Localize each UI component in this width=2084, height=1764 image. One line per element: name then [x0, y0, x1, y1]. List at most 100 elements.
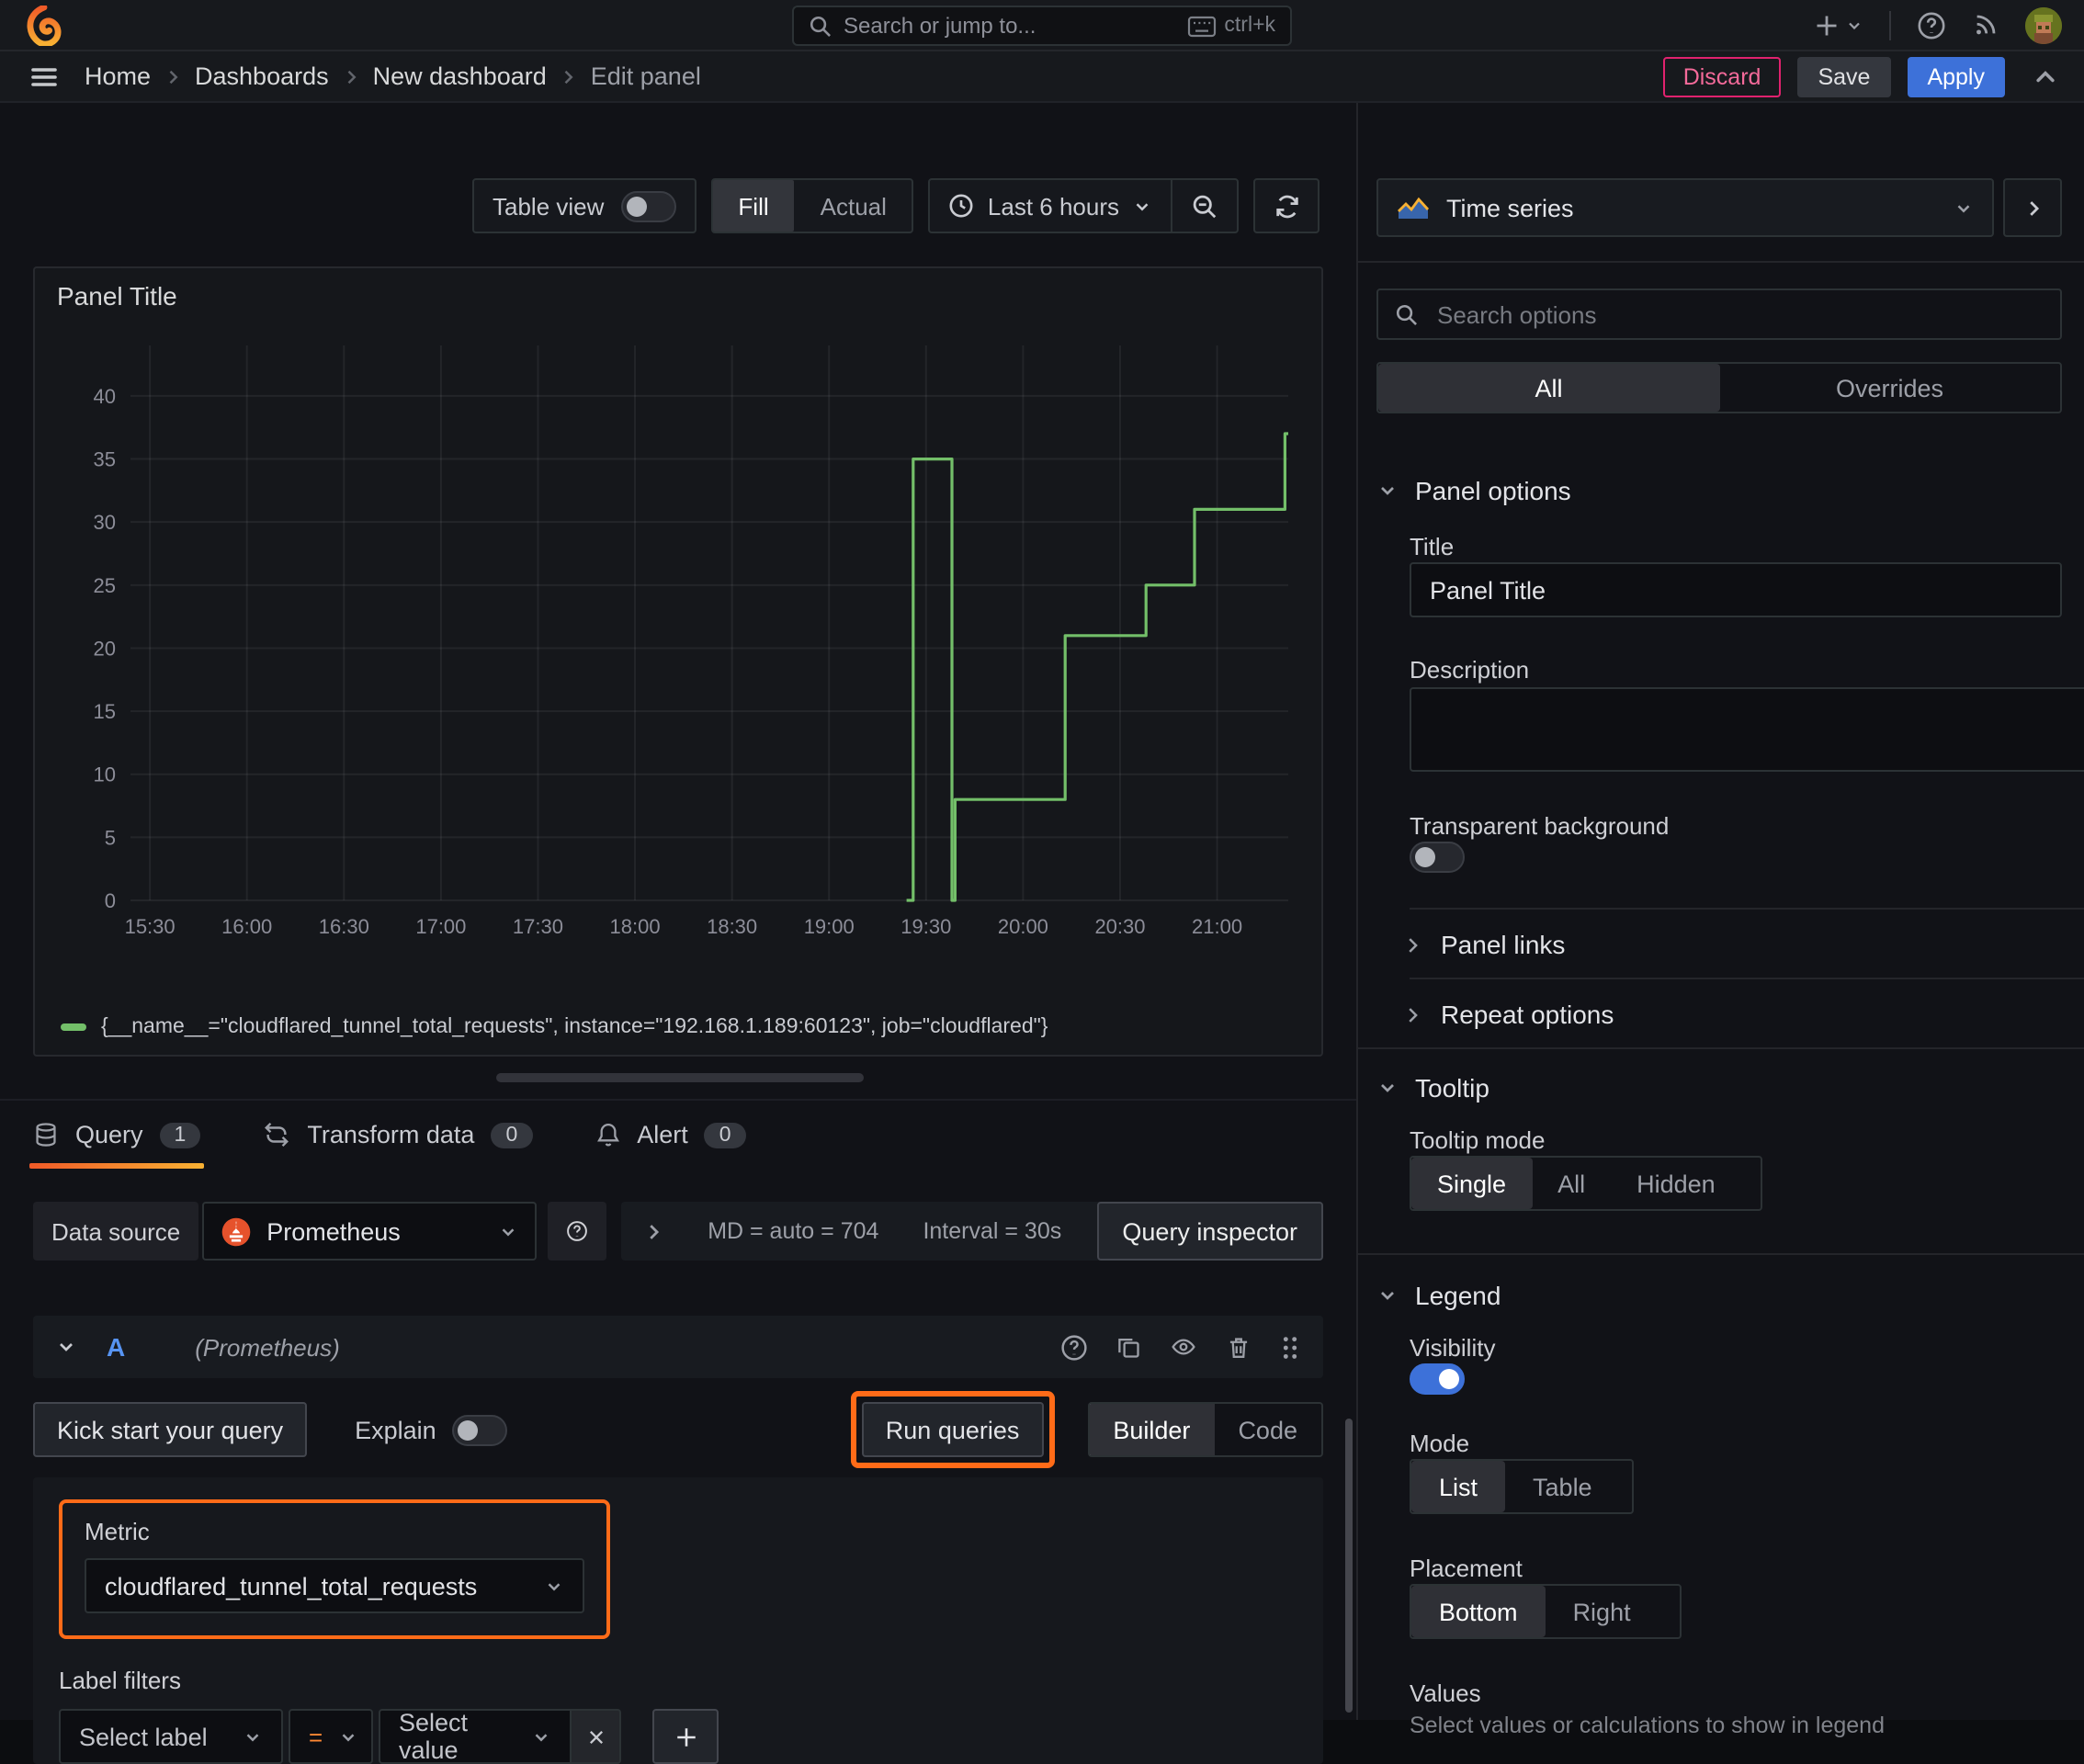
apply-button[interactable]: Apply	[1907, 56, 2005, 96]
panel-title[interactable]: Panel Title	[57, 281, 177, 311]
grafana-logo[interactable]	[22, 5, 62, 45]
chevron-down-icon	[498, 1221, 518, 1241]
y-tick-label: 40	[94, 385, 116, 408]
user-avatar[interactable]	[2025, 6, 2062, 43]
select-value-placeholder: Select value	[399, 1709, 469, 1764]
chevron-right-icon	[1402, 934, 1422, 955]
discard-button[interactable]: Discard	[1662, 56, 1782, 96]
legend-placement-bottom[interactable]: Bottom	[1411, 1586, 1546, 1637]
operator-dropdown[interactable]: =	[289, 1709, 373, 1764]
add-filter-button[interactable]	[652, 1709, 719, 1764]
toggle-visibility-eye-icon[interactable]	[1169, 1334, 1198, 1360]
explain-label: Explain	[355, 1416, 436, 1443]
breadcrumb-dashboards[interactable]: Dashboards	[195, 62, 329, 90]
actual-option[interactable]: Actual	[795, 180, 912, 232]
query-help-icon[interactable]	[1060, 1333, 1088, 1361]
global-search-input[interactable]: Search or jump to... ctrl+k	[792, 6, 1292, 46]
chevron-right-icon	[643, 1221, 663, 1241]
database-icon	[33, 1121, 59, 1148]
panel-links-section[interactable]: Panel links	[1376, 930, 2062, 959]
panel-options-section-header[interactable]: Panel options	[1376, 476, 2062, 505]
legend-series-label[interactable]: {__name__="cloudflared_tunnel_total_requ…	[101, 1016, 1048, 1038]
query-ref-id[interactable]: A	[107, 1332, 125, 1362]
add-new-button[interactable]	[1814, 12, 1863, 38]
tab-alert[interactable]: Alert 0	[595, 1101, 746, 1169]
chevron-down-icon	[544, 1576, 564, 1596]
sidebar-divider	[1410, 908, 2084, 910]
splitter-drag-handle[interactable]	[496, 1073, 864, 1082]
tab-transform-label: Transform data	[307, 1121, 475, 1148]
save-button[interactable]: Save	[1797, 56, 1891, 96]
select-label-dropdown[interactable]: Select label	[59, 1709, 283, 1764]
explain-toggle[interactable]	[452, 1414, 508, 1445]
top-nav-bar: Search or jump to... ctrl+k	[0, 0, 2084, 51]
tooltip-mode-hidden[interactable]: Hidden	[1611, 1158, 1741, 1209]
menu-icon[interactable]	[29, 62, 59, 91]
refresh-button[interactable]	[1253, 178, 1319, 233]
legend-section-header[interactable]: Legend	[1376, 1281, 2062, 1310]
label-filters-row: Select label = Select value	[59, 1709, 1297, 1764]
datasource-help-button[interactable]	[548, 1202, 607, 1261]
select-value-dropdown[interactable]: Select value	[379, 1709, 572, 1764]
metric-select[interactable]: cloudflared_tunnel_total_requests	[85, 1558, 584, 1613]
time-range-label: Last 6 hours	[987, 192, 1119, 220]
panel-title-input[interactable]	[1410, 562, 2062, 617]
transparent-background-toggle[interactable]	[1410, 842, 1465, 873]
help-icon[interactable]	[1917, 10, 1946, 40]
y-tick-label: 5	[105, 826, 116, 849]
chevron-down-icon	[531, 1726, 551, 1747]
drag-handle-icon[interactable]	[1279, 1333, 1301, 1361]
query-row-header[interactable]: A (Prometheus)	[33, 1316, 1323, 1378]
legend-series-marker[interactable]	[61, 1023, 86, 1031]
tooltip-mode-single[interactable]: Single	[1411, 1158, 1533, 1209]
remove-filter-button[interactable]	[572, 1709, 621, 1764]
options-search-input[interactable]	[1433, 299, 2044, 330]
options-search-box[interactable]	[1376, 288, 2062, 340]
query-editor-card: A (Prometheus) Kick start your query Exp…	[33, 1316, 1323, 1764]
query-inspector-button[interactable]: Query inspector	[1096, 1202, 1323, 1261]
table-view-control: Table view	[472, 178, 697, 233]
legend-mode-table[interactable]: Table	[1505, 1461, 1620, 1512]
search-placeholder: Search or jump to...	[844, 13, 1036, 39]
breadcrumb-new-dashboard[interactable]: New dashboard	[373, 62, 547, 90]
news-rss-icon[interactable]	[1972, 11, 1999, 39]
search-icon	[809, 14, 832, 38]
table-view-toggle[interactable]	[620, 190, 676, 221]
legend-placement-right[interactable]: Right	[1546, 1586, 1659, 1637]
zoom-out-button[interactable]	[1171, 180, 1237, 232]
datasource-picker[interactable]: Prometheus	[202, 1202, 538, 1261]
toggle-viz-picker-button[interactable]	[2003, 178, 2062, 237]
chevron-down-icon[interactable]	[55, 1336, 77, 1358]
tab-transform-data[interactable]: Transform data 0	[263, 1101, 533, 1169]
query-pane-scrollbar[interactable]	[1345, 1419, 1353, 1713]
chart-svg: 0 5 10 15 20 25 30 35 40 15:30 16:00 16:30 17:00 17:3…	[94, 345, 1288, 938]
time-range-picker[interactable]: Last 6 hours	[931, 192, 1171, 220]
breadcrumb-home[interactable]: Home	[85, 62, 151, 90]
visualization-name: Time series	[1446, 194, 1574, 221]
delete-query-trash-icon[interactable]	[1226, 1333, 1252, 1361]
panel-description-textarea[interactable]	[1410, 687, 2084, 772]
kick-start-query-button[interactable]: Kick start your query	[33, 1402, 308, 1457]
tooltip-mode-all[interactable]: All	[1532, 1158, 1611, 1209]
legend-mode-list[interactable]: List	[1411, 1461, 1506, 1512]
filter-tab-overrides[interactable]: Overrides	[1719, 364, 2060, 412]
duplicate-query-icon[interactable]	[1116, 1334, 1141, 1360]
filter-tab-all[interactable]: All	[1378, 364, 1719, 412]
metric-label: Metric	[85, 1518, 150, 1545]
tooltip-section-header[interactable]: Tooltip	[1376, 1073, 2062, 1102]
chevron-up-icon[interactable]	[2033, 63, 2058, 89]
legend-visibility-toggle[interactable]	[1410, 1363, 1465, 1395]
repeat-options-section[interactable]: Repeat options	[1376, 1000, 2062, 1029]
run-queries-button[interactable]: Run queries	[861, 1402, 1044, 1457]
visualization-picker[interactable]: Time series	[1376, 178, 1994, 237]
query-options-bar[interactable]: MD = auto = 704 Interval = 30s Query ins…	[621, 1202, 1323, 1261]
tab-query[interactable]: Query 1	[28, 1101, 205, 1169]
legend-placement-segmented: Bottom Right	[1410, 1584, 1682, 1639]
fill-option[interactable]: Fill	[712, 180, 795, 232]
y-tick-label: 30	[94, 511, 116, 534]
series-line	[906, 432, 1288, 902]
code-option[interactable]: Code	[1214, 1404, 1321, 1455]
builder-option[interactable]: Builder	[1089, 1404, 1215, 1455]
legend-heading: Legend	[1415, 1281, 1501, 1310]
chevron-right-icon	[560, 67, 578, 85]
